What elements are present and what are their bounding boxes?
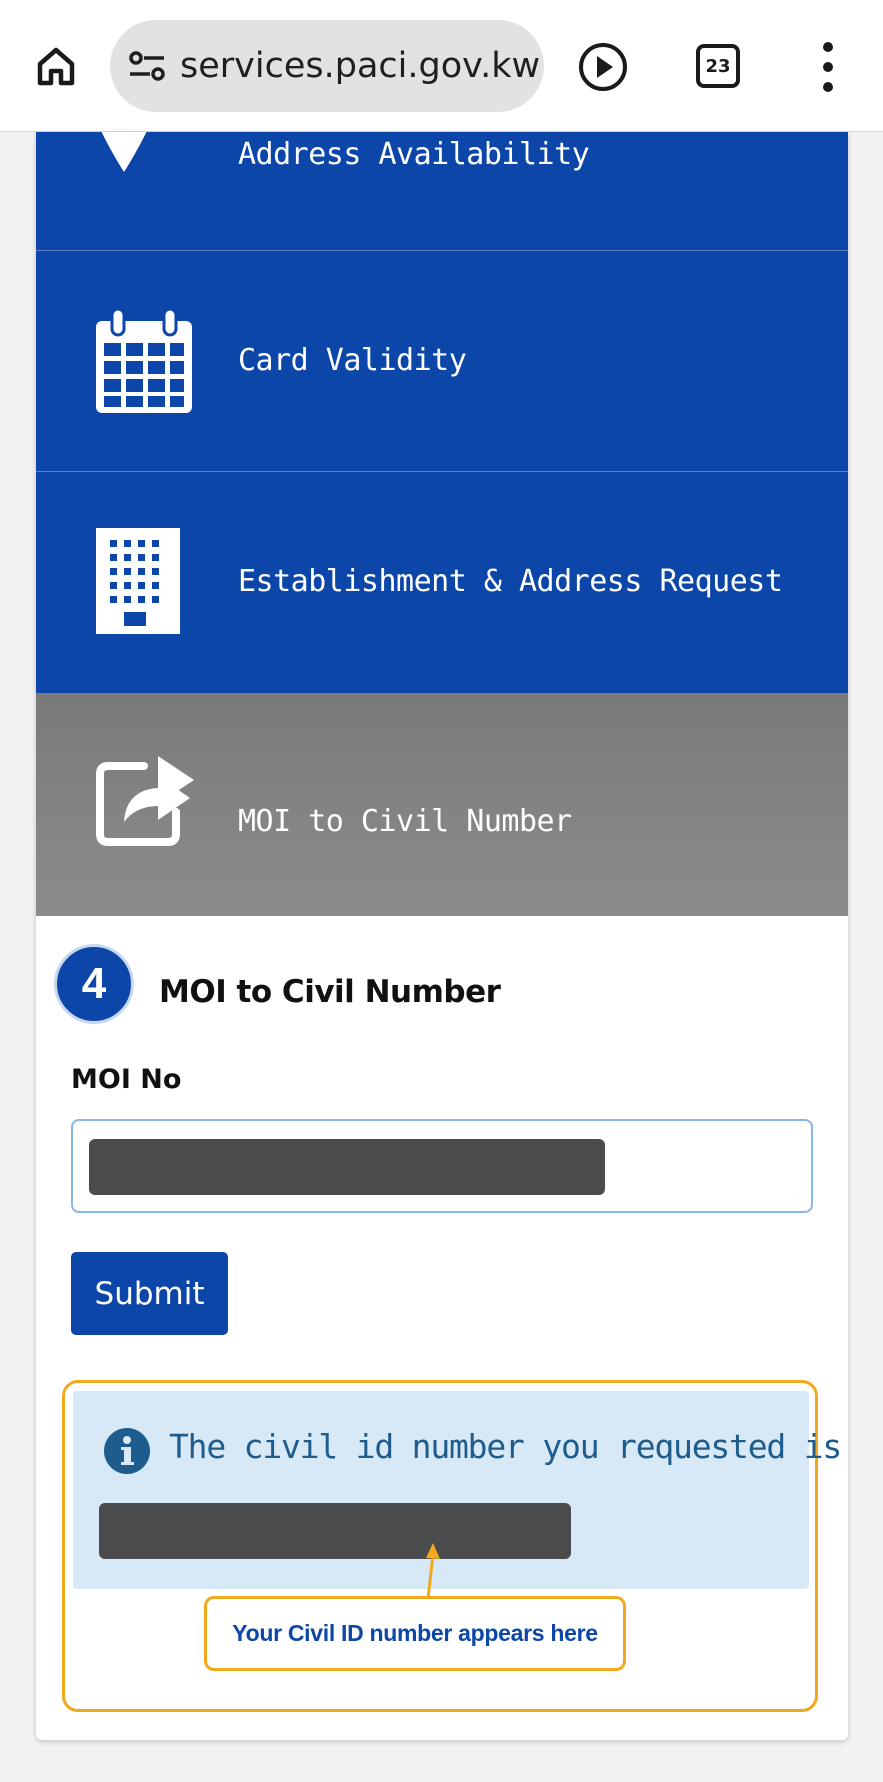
menu-item-establishment-address-request[interactable]: Establishment & Address Request: [36, 472, 848, 694]
menu-item-address-availability[interactable]: Address Availability: [36, 132, 848, 251]
service-card: Address Availability Card Validity Estab…: [36, 132, 848, 1740]
moi-no-label: MOI No: [71, 1064, 182, 1095]
menu-item-label: Card Validity: [238, 343, 467, 378]
share-arrow-icon: [96, 756, 194, 846]
callout-label: Your Civil ID number appears here: [204, 1596, 626, 1671]
redacted-value: [89, 1139, 605, 1195]
map-pin-icon: [101, 132, 147, 172]
redacted-civil-id: [99, 1503, 571, 1559]
moi-no-input[interactable]: [71, 1119, 813, 1213]
menu-item-label: Establishment & Address Request: [238, 564, 783, 599]
result-alert: The civil id number you requested is: [73, 1391, 842, 1608]
step-number: 4: [81, 959, 107, 1008]
address-bar[interactable]: services.paci.gov.kw: [110, 20, 544, 112]
home-icon: [37, 47, 75, 86]
section-title: MOI to Civil Number: [159, 974, 501, 1010]
menu-item-label: MOI to Civil Number: [238, 804, 572, 839]
play-icon[interactable]: [576, 40, 630, 94]
calendar-icon: [96, 309, 192, 413]
submit-button[interactable]: Submit: [71, 1252, 228, 1335]
tab-count: 23: [705, 55, 731, 77]
step-number-badge: 4: [54, 944, 134, 1024]
home-button[interactable]: [28, 38, 84, 94]
building-icon: [96, 528, 180, 634]
tune-icon[interactable]: [126, 45, 168, 87]
menu-item-card-validity[interactable]: Card Validity: [36, 251, 848, 472]
menu-item-label: Address Availability: [238, 137, 590, 172]
tab-switcher-button[interactable]: 23: [696, 44, 740, 88]
result-highlight-frame: The civil id number you requested is You…: [62, 1380, 842, 1712]
url-text[interactable]: services.paci.gov.kw: [180, 46, 540, 86]
more-vert-icon[interactable]: [808, 42, 848, 92]
menu-item-moi-to-civil-number[interactable]: MOI to Civil Number: [36, 694, 848, 916]
result-message: The civil id number you requested is: [169, 1427, 842, 1466]
browser-toolbar: services.paci.gov.kw 23: [0, 0, 883, 132]
info-icon: [104, 1428, 150, 1474]
